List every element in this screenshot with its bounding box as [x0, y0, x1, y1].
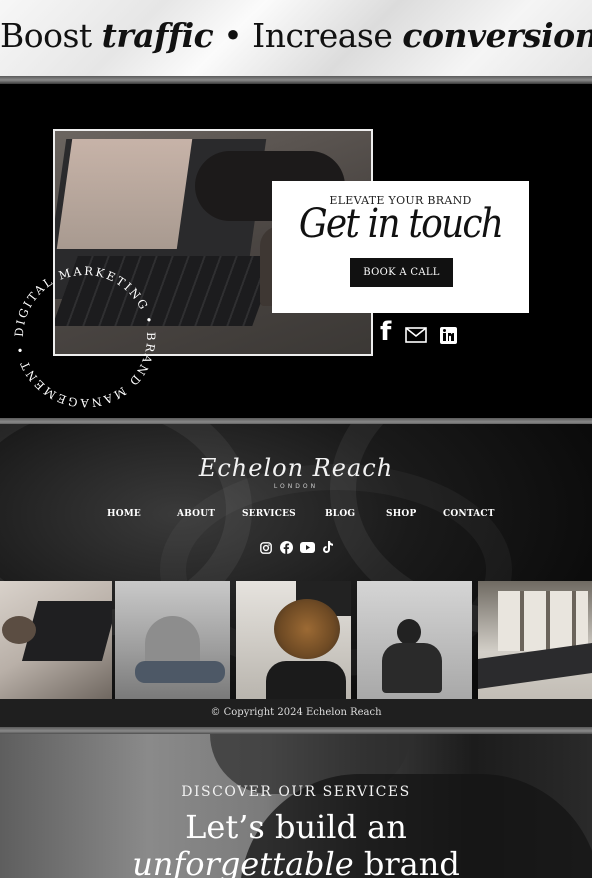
ring-text: DIGITAL MARKETING • BRAND MANAGEMENT •	[12, 264, 156, 410]
services-heading-line2: unforgettable brand	[0, 845, 592, 878]
services-eyebrow: DISCOVER OUR SERVICES	[181, 784, 411, 800]
screen-shape	[498, 591, 588, 651]
nav-services[interactable]: SERVICES	[242, 509, 296, 519]
book-call-button[interactable]: BOOK A CALL	[350, 258, 453, 287]
coffee-glass-shape	[274, 599, 340, 659]
footer-logo-subtitle: LONDON	[273, 483, 319, 490]
contact-section: DIGITAL MARKETING • BRAND MANAGEMENT • E…	[0, 84, 592, 418]
gallery-image-person-chair[interactable]	[357, 581, 472, 699]
nav-about[interactable]: ABOUT	[177, 509, 215, 519]
hero-text: • Increase	[213, 16, 403, 55]
nav-shop[interactable]: SHOP	[386, 509, 416, 519]
instagram-gallery	[0, 581, 592, 699]
cta-title: Get in touch	[298, 201, 504, 247]
keyboard-shape	[478, 642, 592, 690]
person-shape	[382, 643, 442, 693]
linkedin-icon[interactable]	[440, 327, 457, 344]
contact-social-row: f	[380, 317, 470, 349]
services-section: DISCOVER OUR SERVICES Let’s build an unf…	[0, 734, 592, 878]
nav-blog[interactable]: BLOG	[325, 509, 355, 519]
instagram-icon[interactable]	[260, 542, 272, 554]
gallery-image-iced-coffee[interactable]	[236, 581, 351, 699]
gallery-image-desk[interactable]	[478, 581, 592, 699]
gallery-image-person-sofa[interactable]	[115, 581, 230, 699]
services-heading-rest: brand	[353, 845, 460, 878]
footer-social-icons	[258, 540, 338, 556]
services-heading-line1: Let’s build an	[185, 808, 407, 846]
gallery-image-laptop-coffee[interactable]	[0, 581, 112, 699]
nav-home[interactable]: HOME	[107, 509, 141, 519]
jeans-shape	[135, 661, 225, 683]
services-heading-emphasis: unforgettable	[132, 845, 354, 878]
person-shape	[266, 661, 346, 699]
footer-logo[interactable]: Echelon Reach	[0, 454, 592, 482]
hero-title: Boost traffic • Increase conversions	[0, 16, 592, 55]
coffee-cup-shape	[2, 616, 36, 644]
hero-emphasis-traffic: traffic	[101, 16, 214, 55]
copyright-bar: © Copyright 2024 Echelon Reach	[0, 699, 592, 727]
cta-card: ELEVATE YOUR BRAND Get in touch BOOK A C…	[272, 181, 529, 313]
hero-emphasis-conversions: conversions	[402, 16, 592, 55]
facebook-icon[interactable]: f	[380, 317, 391, 347]
nav-contact[interactable]: CONTACT	[443, 509, 495, 519]
laptop-screen	[56, 139, 193, 249]
hero-text: Boost	[0, 16, 102, 55]
youtube-icon[interactable]	[300, 542, 315, 553]
tiktok-icon[interactable]	[322, 541, 333, 554]
rotating-badge: DIGITAL MARKETING • BRAND MANAGEMENT •	[12, 264, 158, 410]
head-shape	[397, 619, 421, 645]
facebook-icon[interactable]	[280, 541, 293, 554]
svg-text:DIGITAL MARKETING • BRAND MANA: DIGITAL MARKETING • BRAND MANAGEMENT •	[12, 264, 158, 410]
mail-icon[interactable]	[405, 327, 427, 343]
divider	[0, 76, 592, 84]
hero-banner: Boost traffic • Increase conversions	[0, 0, 592, 76]
